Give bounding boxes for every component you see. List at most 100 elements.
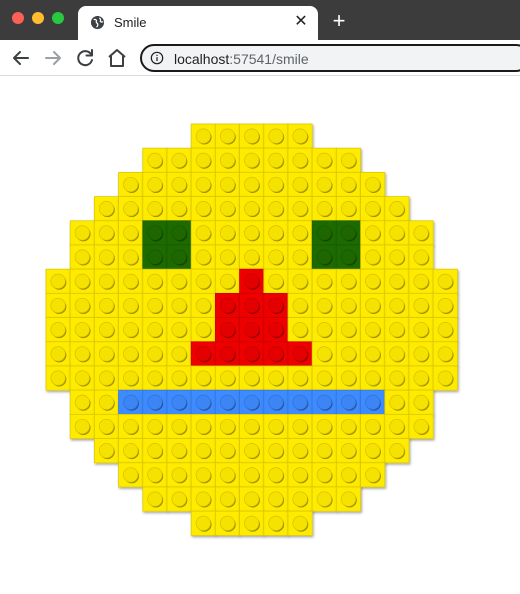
maximize-window-button[interactable]	[52, 12, 64, 24]
brick-yellow	[190, 172, 216, 198]
brick-yellow	[287, 196, 313, 222]
brick-red	[263, 292, 289, 318]
brick-yellow	[360, 244, 386, 270]
brick-yellow	[263, 268, 289, 294]
brick-yellow	[287, 123, 313, 149]
brick-yellow	[335, 341, 361, 367]
brick-yellow	[214, 365, 240, 391]
brick-yellow	[94, 244, 120, 270]
reload-icon	[77, 49, 93, 67]
brick-yellow	[190, 268, 216, 294]
brick-green	[166, 220, 192, 246]
brick-red	[239, 317, 265, 343]
back-button[interactable]	[9, 46, 33, 70]
brick-yellow	[408, 413, 434, 439]
brick-blue	[263, 389, 289, 415]
brick-yellow	[408, 244, 434, 270]
brick-yellow	[263, 365, 289, 391]
brick-yellow	[432, 292, 458, 318]
brick-yellow	[287, 172, 313, 198]
brick-yellow	[214, 196, 240, 222]
brick-yellow	[360, 438, 386, 464]
browser-titlebar: Smile ✕ +	[0, 0, 520, 40]
brick-yellow	[432, 317, 458, 343]
close-icon[interactable]: ✕	[292, 13, 310, 31]
brick-yellow	[408, 365, 434, 391]
minimize-window-button[interactable]	[32, 12, 44, 24]
reload-button[interactable]	[73, 46, 97, 70]
forward-button[interactable]	[41, 46, 65, 70]
brick-yellow	[214, 413, 240, 439]
brick-yellow	[360, 365, 386, 391]
brick-yellow	[239, 172, 265, 198]
brick-yellow	[166, 172, 192, 198]
brick-yellow	[239, 510, 265, 536]
brick-yellow	[239, 244, 265, 270]
brick-yellow	[94, 365, 120, 391]
brick-yellow	[335, 196, 361, 222]
brick-yellow	[166, 196, 192, 222]
brick-red	[239, 292, 265, 318]
brick-blue	[335, 389, 361, 415]
brick-yellow	[118, 413, 144, 439]
brick-yellow	[311, 268, 337, 294]
brick-yellow	[432, 365, 458, 391]
brick-yellow	[190, 438, 216, 464]
brick-yellow	[263, 196, 289, 222]
brick-yellow	[118, 462, 144, 488]
brick-yellow	[239, 438, 265, 464]
brick-yellow	[384, 365, 410, 391]
brick-yellow	[311, 172, 337, 198]
brick-yellow	[142, 413, 168, 439]
brick-yellow	[408, 317, 434, 343]
brick-blue	[311, 389, 337, 415]
brick-yellow	[214, 147, 240, 173]
brick-yellow	[335, 172, 361, 198]
brick-yellow	[190, 292, 216, 318]
brick-yellow	[94, 268, 120, 294]
url-host: localhost	[174, 51, 230, 67]
new-tab-button[interactable]: +	[328, 10, 350, 32]
brick-yellow	[311, 341, 337, 367]
arrow-right-icon	[45, 51, 61, 65]
brick-yellow	[190, 462, 216, 488]
brick-yellow	[142, 172, 168, 198]
url-path: :57541/smile	[229, 51, 309, 67]
brick-red	[263, 341, 289, 367]
brick-yellow	[335, 438, 361, 464]
brick-yellow	[287, 462, 313, 488]
brick-yellow	[214, 172, 240, 198]
brick-blue	[214, 389, 240, 415]
address-bar[interactable]: localhost:57541/smile	[140, 44, 520, 72]
brick-green	[311, 244, 337, 270]
brick-yellow	[287, 244, 313, 270]
brick-yellow	[118, 438, 144, 464]
brick-yellow	[287, 268, 313, 294]
brick-yellow	[335, 365, 361, 391]
brick-yellow	[166, 438, 192, 464]
brick-yellow	[142, 341, 168, 367]
brick-green	[335, 220, 361, 246]
brick-yellow	[360, 220, 386, 246]
brick-yellow	[118, 172, 144, 198]
brick-yellow	[408, 220, 434, 246]
url-text: localhost:57541/smile	[174, 51, 309, 67]
brick-red	[239, 268, 265, 294]
brick-yellow	[94, 292, 120, 318]
home-button[interactable]	[105, 46, 129, 70]
brick-yellow	[360, 172, 386, 198]
brick-yellow	[94, 413, 120, 439]
brick-yellow	[166, 292, 192, 318]
close-window-button[interactable]	[12, 12, 24, 24]
brick-yellow	[94, 341, 120, 367]
info-icon[interactable]	[150, 51, 164, 65]
brick-yellow	[45, 341, 71, 367]
brick-yellow	[360, 413, 386, 439]
browser-tab[interactable]: Smile ✕	[78, 6, 318, 40]
brick-yellow	[287, 438, 313, 464]
brick-yellow	[263, 123, 289, 149]
brick-yellow	[94, 438, 120, 464]
brick-blue	[166, 389, 192, 415]
brick-yellow	[432, 341, 458, 367]
brick-yellow	[69, 365, 95, 391]
